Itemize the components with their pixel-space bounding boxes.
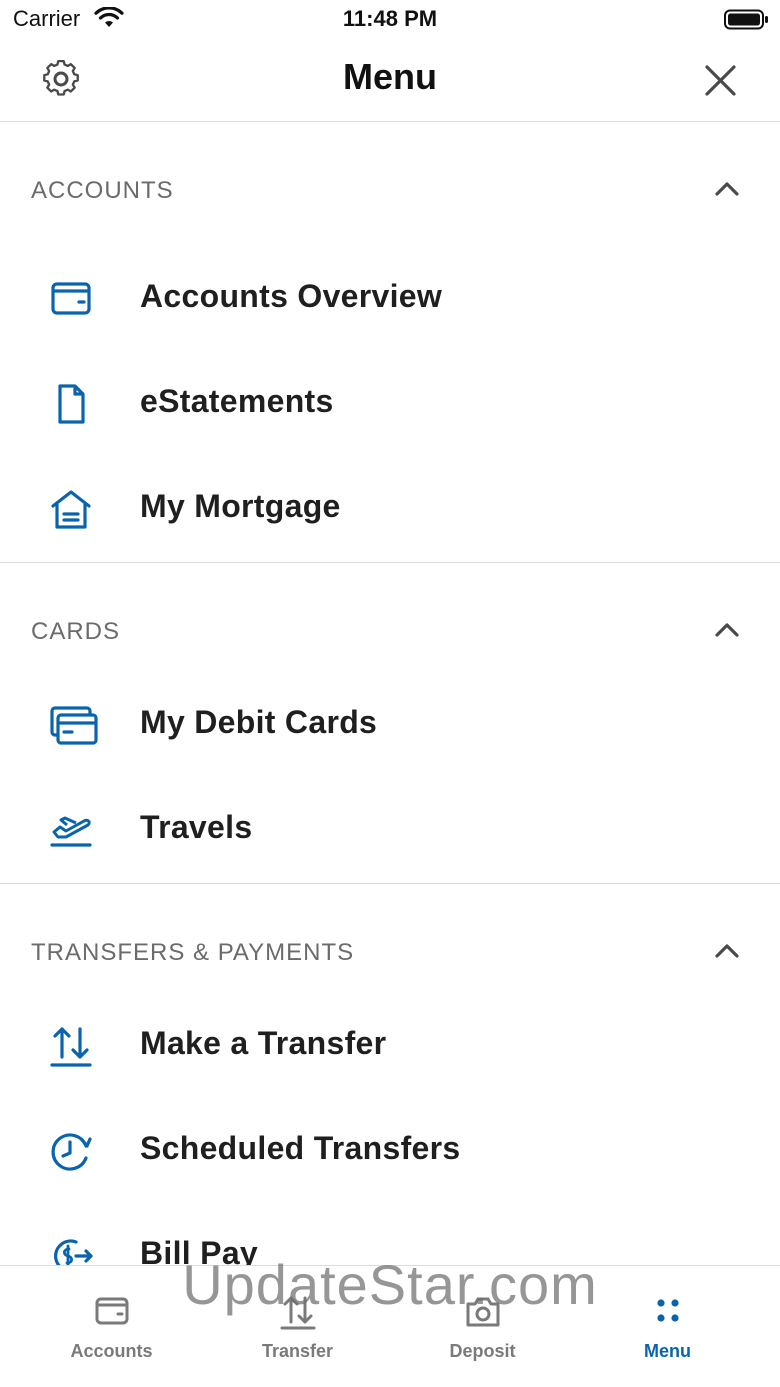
menu-item-bill-pay[interactable]: Bill Pay <box>0 1203 780 1265</box>
chevron-up-icon[interactable] <box>708 615 746 645</box>
tab-label: Menu <box>644 1341 691 1361</box>
tab-label: Accounts <box>70 1341 153 1361</box>
status-bar: Carrier 11:48 PM <box>0 0 780 40</box>
page-title: Menu <box>343 56 437 97</box>
menu-content[interactable]: ACCOUNTS Accounts Overview eStatements M… <box>0 122 780 1265</box>
tab-transfer[interactable]: Transfer <box>205 1266 390 1387</box>
document-icon <box>58 384 85 424</box>
menu-item-label: Travels <box>140 809 253 845</box>
menu-item-accounts-overview[interactable]: Accounts Overview <box>0 246 780 351</box>
section-transfers-payments: TRANSFERS & PAYMENTS Make a Transfer Sch… <box>0 884 780 1265</box>
wallet-icon <box>51 282 91 315</box>
battery-icon <box>724 9 770 36</box>
wallet-icon <box>19 1292 204 1332</box>
menu-item-my-mortgage[interactable]: My Mortgage <box>0 456 780 561</box>
chevron-up-icon[interactable] <box>708 174 746 204</box>
transfer-arrows-icon <box>205 1292 390 1332</box>
chevron-up-icon[interactable] <box>708 936 746 966</box>
close-button[interactable] <box>696 56 746 106</box>
menu-item-label: Bill Pay <box>140 1235 259 1265</box>
tab-label: Deposit <box>449 1341 516 1361</box>
tab-label: Transfer <box>261 1341 334 1361</box>
menu-item-label: eStatements <box>140 383 334 419</box>
scheduled-clock-icon <box>51 1133 92 1171</box>
house-icon <box>51 490 91 529</box>
tab-accounts[interactable]: Accounts <box>19 1266 204 1387</box>
bill-pay-icon <box>54 1239 93 1265</box>
cards-icon <box>50 706 98 745</box>
menu-item-travels[interactable]: Travels <box>0 777 780 882</box>
section-title: ACCOUNTS <box>31 177 174 204</box>
menu-item-label: My Mortgage <box>140 488 341 524</box>
transfer-arrows-icon <box>50 1027 92 1067</box>
tab-menu[interactable]: Menu <box>575 1266 760 1387</box>
menu-item-label: My Debit Cards <box>140 704 378 740</box>
section-accounts: ACCOUNTS Accounts Overview eStatements M… <box>0 122 780 563</box>
menu-dots-icon <box>575 1292 760 1332</box>
airplane-icon <box>50 816 92 847</box>
clock-time: 11:48 PM <box>342 6 438 31</box>
menu-item-make-a-transfer[interactable]: Make a Transfer <box>0 993 780 1098</box>
tab-deposit[interactable]: Deposit <box>390 1266 575 1387</box>
menu-item-label: Scheduled Transfers <box>140 1130 461 1166</box>
camera-icon <box>390 1292 575 1332</box>
menu-item-estatements[interactable]: eStatements <box>0 351 780 456</box>
menu-item-label: Make a Transfer <box>140 1025 387 1061</box>
close-icon <box>705 65 736 96</box>
bottom-tab-bar: Accounts Transfer Deposit Menu <box>0 1265 780 1387</box>
section-title: CARDS <box>31 618 121 645</box>
menu-item-label: Accounts Overview <box>140 278 443 314</box>
menu-header: Menu <box>0 40 780 122</box>
section-header-accounts[interactable]: ACCOUNTS <box>0 122 780 260</box>
menu-item-my-debit-cards[interactable]: My Debit Cards <box>0 672 780 777</box>
section-title: TRANSFERS & PAYMENTS <box>31 939 355 966</box>
menu-item-scheduled-transfers[interactable]: Scheduled Transfers <box>0 1098 780 1203</box>
section-cards: CARDS My Debit Cards Travels <box>0 563 780 883</box>
